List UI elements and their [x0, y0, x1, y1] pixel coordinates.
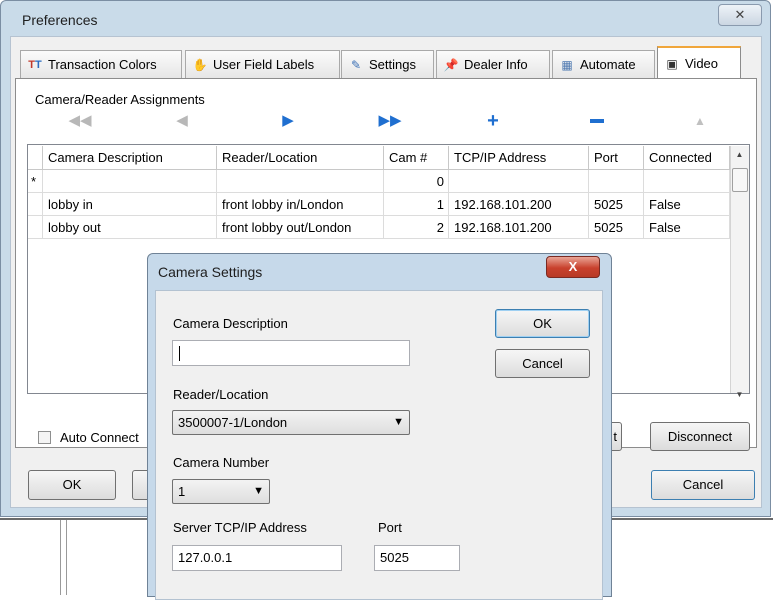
table-cell[interactable]: 192.168.101.200 [449, 216, 589, 239]
table-cell[interactable] [43, 170, 217, 193]
table-cell[interactable] [644, 170, 730, 193]
camera-number-value: 1 [178, 484, 186, 499]
column-header[interactable]: Cam # [384, 146, 449, 170]
tab-label: User Field Labels [213, 57, 315, 72]
table-cell[interactable]: False [644, 216, 730, 239]
row-selector[interactable] [28, 193, 43, 216]
port-label: Port [378, 520, 402, 535]
tab-video[interactable]: ▣ Video [657, 46, 741, 79]
tab-transaction-colors[interactable]: TT Transaction Colors [20, 50, 182, 78]
settings-icon: ✎ [350, 57, 362, 72]
text-caret [179, 346, 180, 362]
column-header[interactable]: Reader/Location [217, 146, 384, 170]
cancel-button[interactable]: Cancel [651, 470, 755, 500]
table-cell[interactable] [589, 170, 644, 193]
auto-connect-checkbox[interactable] [38, 431, 51, 444]
table-cell[interactable]: lobby out [43, 216, 217, 239]
tab-label: Video [685, 56, 719, 71]
column-header[interactable]: Camera Description [43, 146, 217, 170]
tab-settings[interactable]: ✎ Settings [341, 50, 434, 78]
camera-number-select[interactable]: 1 ▼ [172, 479, 270, 504]
camera-description-label: Camera Description [173, 316, 288, 331]
prev-icon[interactable]: ◀ [170, 112, 194, 130]
column-header[interactable]: Connected [644, 146, 730, 170]
column-header[interactable]: Port [589, 146, 644, 170]
reader-location-value: 3500007-1/London [178, 415, 288, 430]
background-line [66, 520, 67, 595]
tab-label: Transaction Colors [48, 57, 157, 72]
dialog-title: Camera Settings [158, 264, 263, 280]
automate-icon: ▦ [561, 57, 573, 72]
scrollbar-thumb[interactable] [732, 168, 748, 192]
tab-dealer-info[interactable]: 📌 Dealer Info [436, 50, 550, 78]
table-cell[interactable]: front lobby out/London [217, 216, 384, 239]
chevron-down-icon: ▼ [393, 416, 404, 428]
row-selector[interactable] [28, 216, 43, 239]
last-icon[interactable]: ▶▶ [378, 112, 402, 130]
table-cell[interactable]: 5025 [589, 193, 644, 216]
scroll-down-icon[interactable]: ▼ [730, 390, 749, 399]
table-cell[interactable]: False [644, 193, 730, 216]
column-header[interactable]: TCP/IP Address [449, 146, 589, 170]
table-cell[interactable]: 1 [384, 193, 449, 216]
table-cell[interactable]: 2 [384, 216, 449, 239]
table-cell[interactable] [217, 170, 384, 193]
auto-connect-label: Auto Connect [60, 430, 139, 445]
dialog-ok-button[interactable]: OK [495, 309, 590, 338]
row-header-column [28, 146, 43, 170]
camera-number-label: Camera Number [173, 455, 270, 470]
background-line [60, 520, 61, 595]
dialog-close-button[interactable]: X [546, 256, 600, 278]
server-address-field[interactable]: 127.0.0.1 [172, 545, 342, 571]
reader-location-select[interactable]: 3500007-1/London ▼ [172, 410, 410, 435]
reader-location-label: Reader/Location [173, 387, 269, 402]
video-camera-icon: ▣ [666, 56, 678, 71]
save-icon[interactable]: ▲ [688, 112, 712, 130]
table-cell[interactable]: 192.168.101.200 [449, 193, 589, 216]
tab-label: Dealer Info [464, 57, 528, 72]
next-icon[interactable]: ▶ [276, 112, 300, 130]
disconnect-button[interactable]: Disconnect [650, 422, 750, 451]
table-cell[interactable]: front lobby in/London [217, 193, 384, 216]
chevron-down-icon: ▼ [253, 485, 264, 497]
close-button[interactable]: ✕ [718, 4, 762, 26]
table-cell[interactable]: 0 [384, 170, 449, 193]
port-field[interactable]: 5025 [374, 545, 460, 571]
table-cell[interactable]: lobby in [43, 193, 217, 216]
scroll-up-icon[interactable]: ▲ [730, 150, 749, 159]
server-address-label: Server TCP/IP Address [173, 520, 307, 535]
ok-button[interactable]: OK [28, 470, 116, 500]
remove-icon[interactable] [585, 112, 609, 130]
table-cell[interactable] [449, 170, 589, 193]
tab-user-field-labels[interactable]: ✋ User Field Labels [185, 50, 340, 78]
add-icon[interactable]: + [481, 111, 505, 131]
pushpin-icon: 📌 [443, 57, 459, 72]
first-icon[interactable]: ◀◀ [68, 112, 92, 130]
window-title: Preferences [22, 12, 98, 28]
dialog-cancel-button[interactable]: Cancel [495, 349, 590, 378]
camera-description-field[interactable] [172, 340, 410, 366]
tab-label: Automate [580, 57, 636, 72]
user-labels-icon: ✋ [192, 57, 208, 72]
table-cell[interactable]: 5025 [589, 216, 644, 239]
section-label: Camera/Reader Assignments [35, 92, 205, 107]
new-row-marker: * [28, 170, 43, 193]
tab-automate[interactable]: ▦ Automate [552, 50, 655, 78]
tt-colors-icon: TT [28, 58, 42, 71]
tab-label: Settings [369, 57, 416, 72]
